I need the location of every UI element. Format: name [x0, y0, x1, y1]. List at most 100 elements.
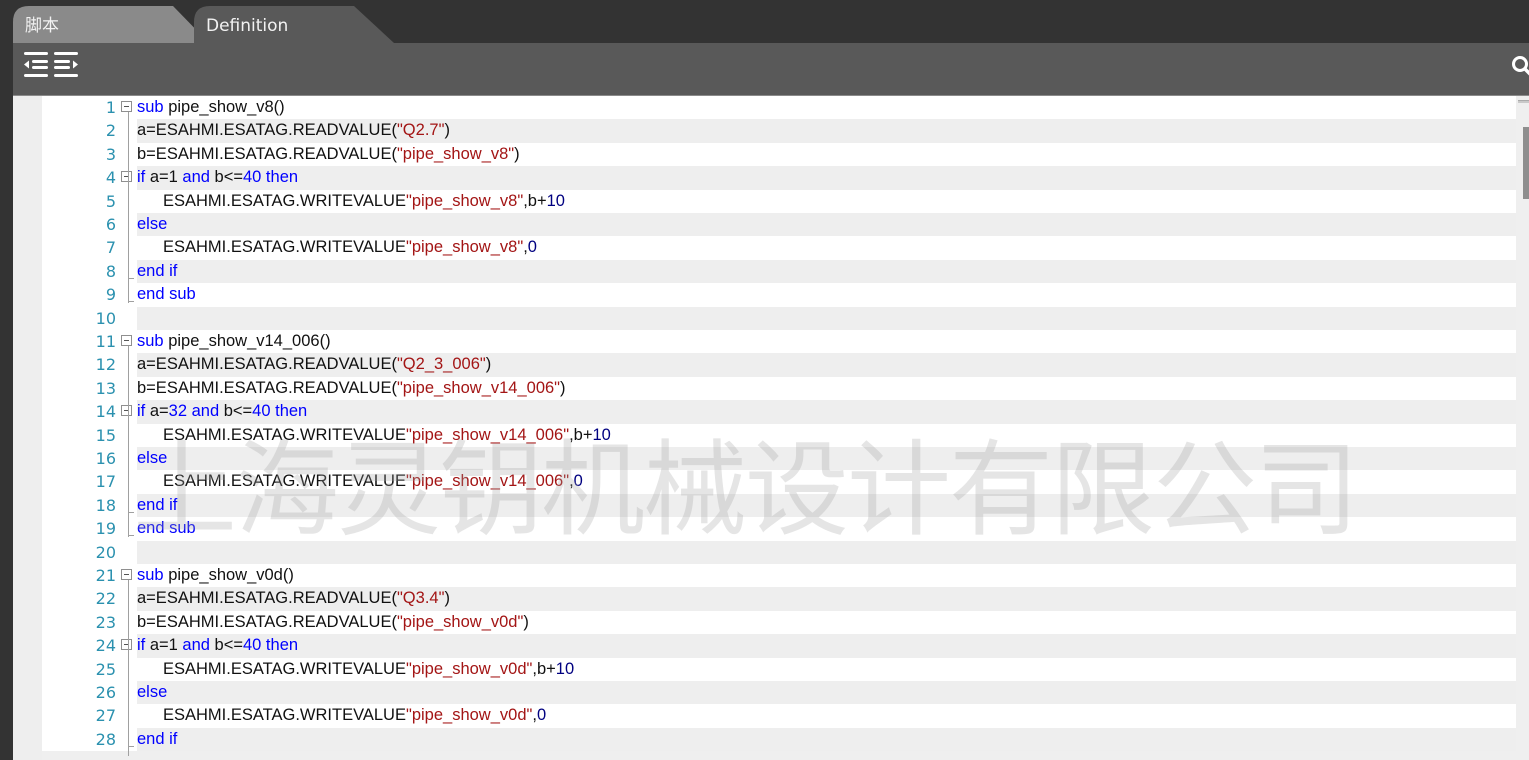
code-token: b<= — [219, 402, 253, 421]
fold-toggle-icon[interactable] — [121, 335, 132, 346]
line-number: 4 — [105, 168, 116, 188]
number-token: 10 — [546, 191, 565, 210]
fold-toggle-icon[interactable] — [121, 639, 132, 651]
code-line[interactable]: 13 b=ESAHMI.ESATAG.READVALUE("pipe_show_v… — [42, 377, 1516, 400]
code-line[interactable]: 18 end if — [42, 493, 1516, 518]
tab-label: 脚本 — [25, 16, 59, 36]
code-token: ESAHMI.ESATAG.WRITEVALUE — [163, 659, 406, 678]
tab-script[interactable]: 脚本 — [13, 6, 213, 43]
keyword-token: if — [137, 402, 146, 421]
code-token: b=ESAHMI.ESATAG.READVALUE( — [137, 612, 397, 631]
code-text: a=ESAHMI.ESATAG.READVALUE("Q2_3_006") — [137, 353, 491, 376]
line-number: 2 — [105, 121, 116, 141]
code-token: b=ESAHMI.ESATAG.READVALUE( — [137, 144, 397, 163]
code-line[interactable]: 16 else — [42, 447, 1516, 471]
line-number: 19 — [95, 519, 116, 539]
line-number: 6 — [105, 215, 116, 234]
code-line[interactable]: 7 ESAHMI.ESATAG.WRITEVALUE"pipe_show_v8",… — [42, 236, 1516, 259]
fold-toggle-icon[interactable] — [121, 101, 132, 112]
code-line[interactable]: 5 ESAHMI.ESATAG.WRITEVALUE"pipe_show_v8",… — [42, 190, 1516, 213]
code-token: b=ESAHMI.ESATAG.READVALUE( — [137, 378, 397, 397]
code-line[interactable]: 28 end if — [42, 727, 1516, 752]
code-token: ESAHMI.ESATAG.WRITEVALUE — [163, 238, 406, 257]
line-number: 3 — [105, 144, 116, 164]
line-background — [137, 517, 1516, 540]
tab-label: Definition — [206, 16, 289, 36]
code-text: b=ESAHMI.ESATAG.READVALUE("pipe_show_v8"… — [137, 143, 520, 166]
scroll-up-arrow[interactable] — [1518, 100, 1529, 103]
keyword-token: and — [182, 636, 210, 655]
code-line[interactable]: 8 end if — [42, 259, 1516, 284]
string-token: "pipe_show_v8" — [405, 238, 524, 257]
tab-definition[interactable]: Definition — [194, 6, 394, 43]
code-text: end if — [137, 260, 177, 283]
code-line[interactable]: 24 if a=1 and b<=40 then — [42, 634, 1516, 658]
code-line[interactable]: 27 ESAHMI.ESATAG.WRITEVALUE"pipe_show_v0d… — [42, 704, 1516, 727]
code-line[interactable]: 6 else — [42, 213, 1516, 237]
code-line[interactable]: 26 else — [42, 681, 1516, 705]
fold-guide — [128, 580, 129, 756]
fold-toggle-icon[interactable] — [121, 171, 132, 183]
fold-toggle-icon[interactable] — [121, 569, 132, 580]
code-token: a=1 — [145, 636, 183, 655]
code-line[interactable]: 25 ESAHMI.ESATAG.WRITEVALUE"pipe_show_v0d… — [42, 658, 1516, 681]
code-line[interactable]: 19 end sub — [42, 517, 1516, 540]
line-number: 16 — [95, 449, 116, 468]
line-background — [137, 330, 1516, 353]
vertical-scrollbar[interactable] — [1516, 96, 1529, 760]
code-line[interactable]: 14 if a=32 and b<=40 then — [42, 400, 1516, 424]
keyword-token: end sub — [137, 519, 196, 538]
code-line[interactable]: 11 sub pipe_show_v14_006() — [42, 330, 1516, 353]
code-line[interactable]: 12 a=ESAHMI.ESATAG.READVALUE("Q2_3_006") — [42, 353, 1516, 377]
keyword-token: sub — [137, 332, 164, 350]
code-line[interactable]: 21 sub pipe_show_v0d() — [42, 564, 1516, 587]
line-number: 18 — [95, 495, 116, 515]
string-token: "pipe_show_v8" — [405, 191, 524, 210]
code-line[interactable]: 10 — [42, 306, 1516, 330]
search-icon[interactable] — [1511, 55, 1529, 77]
line-number: 13 — [95, 378, 116, 398]
code-token: ) — [485, 355, 492, 374]
scrollbar-thumb[interactable] — [1523, 127, 1529, 199]
code-line[interactable]: 2 a=ESAHMI.ESATAG.READVALUE("Q2.7") — [42, 119, 1516, 143]
string-token: "pipe_show_v0d" — [396, 612, 524, 631]
code-line[interactable]: 20 — [42, 540, 1516, 564]
line-background — [137, 400, 1516, 424]
string-token: "Q2.7" — [396, 121, 445, 140]
code-text: end sub — [137, 517, 196, 540]
line-background — [137, 634, 1516, 658]
code-line[interactable]: 17 ESAHMI.ESATAG.WRITEVALUE"pipe_show_v14… — [42, 470, 1516, 493]
editor-margin — [13, 96, 42, 760]
code-text: sub pipe_show_v0d() — [137, 564, 294, 587]
number-token: 10 — [555, 659, 575, 678]
line-number: 17 — [95, 472, 116, 492]
code-line[interactable]: 23 b=ESAHMI.ESATAG.READVALUE("pipe_show_v… — [42, 611, 1516, 634]
code-area[interactable]: 1 sub pipe_show_v8() 2 a=ESAHMI.ESATAG.READ… — [42, 96, 1516, 756]
string-token: "pipe_show_v8" — [396, 144, 515, 163]
code-line[interactable]: 15 ESAHMI.ESATAG.WRITEVALUE"pipe_show_v14… — [42, 424, 1516, 447]
code-line[interactable]: 22 a=ESAHMI.ESATAG.READVALUE("Q3.4") — [42, 587, 1516, 611]
code-token: ESAHMI.ESATAG.WRITEVALUE — [163, 472, 406, 491]
keyword-token: end if — [137, 495, 178, 514]
code-line[interactable]: 1 sub pipe_show_v8() — [42, 96, 1516, 119]
code-token: b<= — [209, 636, 243, 655]
code-line[interactable]: 4 if a=1 and b<=40 then — [42, 166, 1516, 190]
string-token: "pipe_show_v14_006" — [405, 425, 570, 444]
code-editor[interactable]: 1 sub pipe_show_v8() 2 a=ESAHMI.ESATAG.READ… — [13, 95, 1529, 760]
string-token: "pipe_show_v14_006" — [405, 472, 570, 491]
code-token: a= — [145, 402, 169, 421]
code-text: ESAHMI.ESATAG.WRITEVALUE"pipe_show_v0d",… — [163, 704, 546, 727]
line-number: 22 — [95, 589, 116, 609]
line-background — [137, 564, 1516, 587]
tab-bar: 脚本 Definition — [0, 0, 1529, 43]
keyword-token: 40 then — [243, 636, 299, 655]
line-background — [137, 681, 1516, 705]
line-background — [137, 213, 1516, 237]
code-line[interactable]: 9 end sub — [42, 283, 1516, 306]
code-token: ) — [514, 144, 520, 163]
code-line[interactable]: 3 b=ESAHMI.ESATAG.READVALUE("pipe_show_v8… — [42, 143, 1516, 166]
indent-outdent-icon[interactable] — [24, 52, 80, 80]
line-number: 28 — [95, 729, 116, 749]
code-text: end sub — [137, 283, 196, 306]
fold-toggle-icon[interactable] — [121, 405, 132, 417]
